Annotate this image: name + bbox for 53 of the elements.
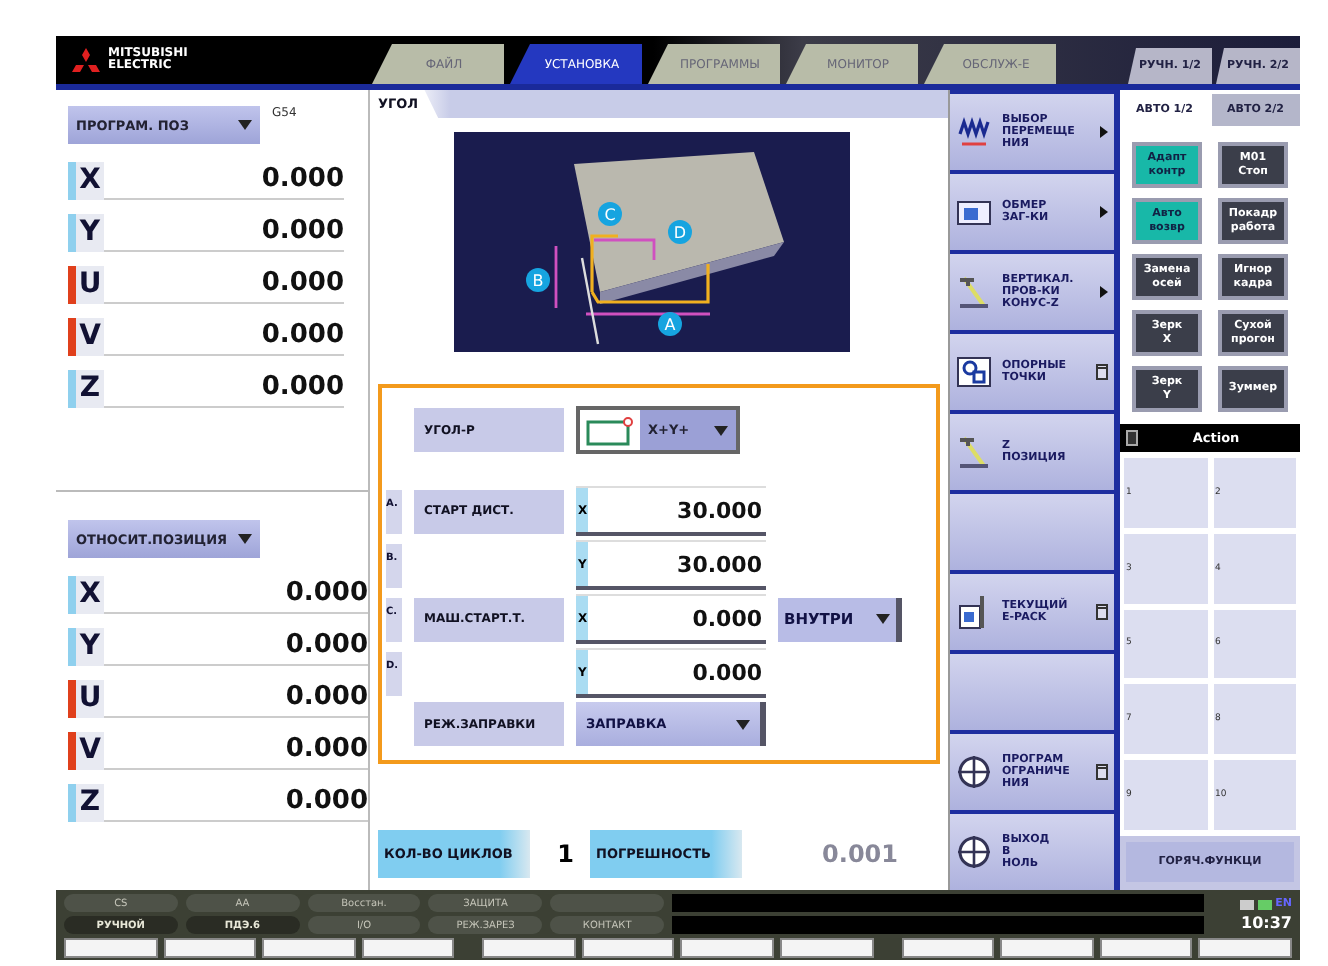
crosshair-icon bbox=[956, 834, 992, 870]
function-key[interactable] bbox=[901, 938, 995, 958]
caret-icon bbox=[714, 425, 728, 435]
clock: 10:37 bbox=[1241, 913, 1292, 931]
window-icon bbox=[1096, 764, 1108, 780]
caret-icon bbox=[238, 120, 252, 130]
axis-label: Y bbox=[68, 213, 104, 251]
axis-label: V bbox=[68, 731, 104, 769]
axis-value: 0.000 bbox=[104, 574, 368, 614]
axis-value: 0.000 bbox=[104, 368, 344, 408]
caret-icon bbox=[736, 719, 750, 729]
function-key[interactable] bbox=[163, 938, 257, 958]
point-marker: A bbox=[658, 312, 682, 336]
point-marker: D bbox=[668, 220, 692, 244]
axis-label: Z bbox=[68, 369, 104, 407]
caret-icon bbox=[876, 614, 890, 624]
point-marker: B bbox=[526, 268, 550, 292]
axis-label: X bbox=[68, 161, 104, 199]
points-icon bbox=[956, 354, 992, 390]
window-icon bbox=[1126, 430, 1138, 446]
network-icon bbox=[1239, 897, 1254, 911]
axis-label: U bbox=[68, 265, 104, 303]
cycles-value[interactable]: 1 bbox=[538, 840, 582, 868]
axis-value: 0.000 bbox=[104, 626, 368, 666]
axis-value: 0.000 bbox=[104, 730, 368, 770]
keyboard-icon bbox=[1257, 897, 1272, 911]
submenu-arrow-icon bbox=[1100, 126, 1108, 138]
function-key[interactable] bbox=[581, 938, 675, 958]
submenu-arrow-icon bbox=[1100, 286, 1108, 298]
wave-icon bbox=[956, 114, 992, 150]
logo-icon bbox=[72, 48, 100, 72]
axis-value: 0.000 bbox=[104, 782, 368, 822]
axis-value: 0.000 bbox=[104, 212, 344, 252]
axis-label: U bbox=[68, 679, 104, 717]
axis-value: 0.000 bbox=[104, 160, 344, 200]
submenu-arrow-icon bbox=[1100, 206, 1108, 218]
crosshair-icon bbox=[956, 754, 992, 790]
axis-value: 0.000 bbox=[104, 264, 344, 304]
probe-icon bbox=[956, 274, 992, 310]
probe-icon bbox=[956, 434, 992, 470]
axis-label: Y bbox=[68, 627, 104, 665]
axis-label: V bbox=[68, 317, 104, 355]
axis-label: X bbox=[68, 575, 104, 613]
axis-value: 0.000 bbox=[104, 678, 368, 718]
window-icon bbox=[1096, 604, 1108, 620]
corner-pattern-icon bbox=[586, 415, 634, 445]
axis-label: Z bbox=[68, 783, 104, 821]
function-key[interactable] bbox=[1099, 938, 1193, 958]
function-key[interactable] bbox=[361, 938, 455, 958]
window-icon bbox=[1096, 364, 1108, 380]
axis-value: 0.000 bbox=[104, 316, 344, 356]
caret-icon bbox=[238, 534, 252, 544]
point-marker: C bbox=[598, 202, 622, 226]
